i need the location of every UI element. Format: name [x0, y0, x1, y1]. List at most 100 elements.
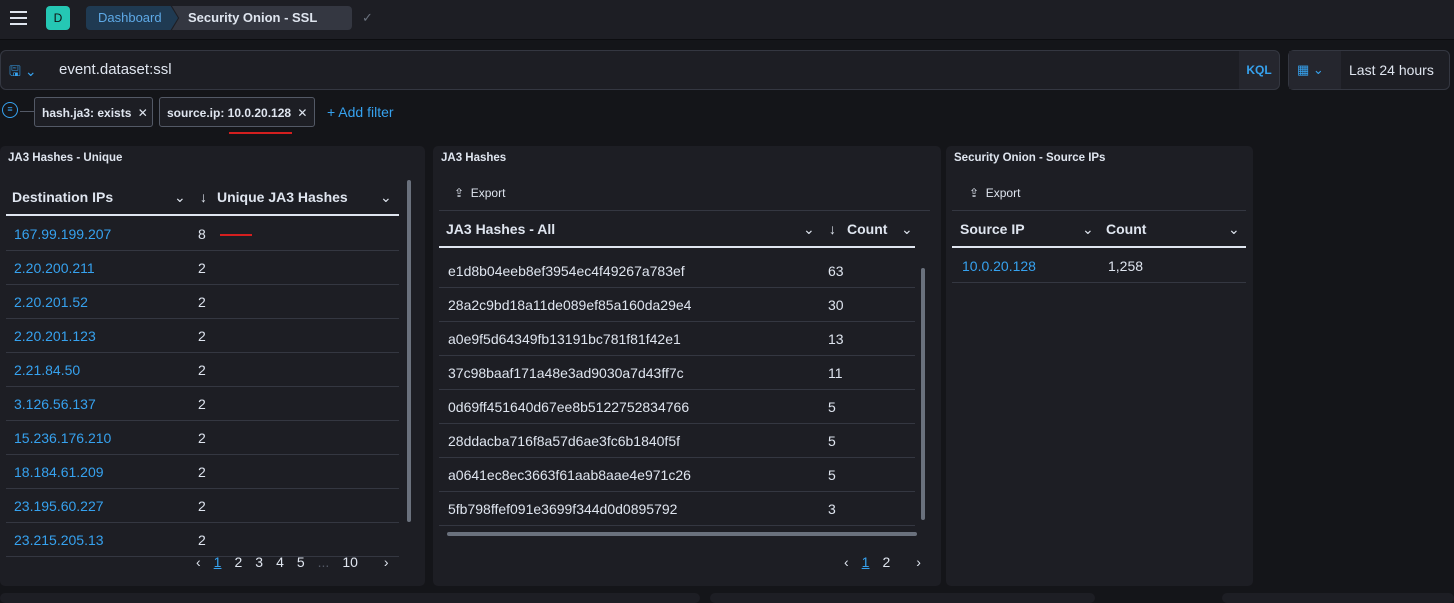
save-icon: 🖫 [9, 63, 21, 79]
table-row: 28ddacba716f8a57d6ae3fc6b1840f5f 5 [439, 424, 915, 458]
table-row: a0641ec8ec3663f61aab8aae4e971c26 5 [439, 458, 915, 492]
filter-pill[interactable]: hash.ja3: exists ✕ [34, 97, 153, 127]
hamburger-menu-icon[interactable] [10, 11, 27, 25]
close-icon[interactable]: ✕ [297, 106, 307, 120]
column-header[interactable]: Destination IPs [12, 189, 113, 205]
table-row: 2.21.84.50 2 [6, 353, 399, 387]
close-icon[interactable]: ✕ [138, 106, 148, 120]
filter-label: source.ip: 10.0.20.128 [167, 106, 292, 120]
export-button[interactable]: ⇪ Export [454, 186, 505, 200]
page-button[interactable]: 3 [255, 554, 263, 570]
date-picker[interactable]: ▦ ⌄ Last 24 hours [1288, 50, 1450, 90]
divider [20, 111, 34, 112]
scrollbar[interactable] [407, 180, 411, 522]
filter-menu-icon[interactable]: ≡ [2, 102, 18, 118]
cell-key[interactable]: 15.236.176.210 [14, 430, 111, 446]
table-row: 15.236.176.210 2 [6, 421, 399, 455]
top-bar: D Dashboard Security Onion - SSL Copy ✓ [0, 0, 1454, 40]
next-page-icon[interactable]: › [384, 554, 389, 570]
column-header[interactable]: Count [1106, 221, 1146, 237]
export-label: Export [985, 186, 1021, 200]
cell-value: 2 [198, 430, 206, 446]
query-input[interactable]: event.dataset:ssl [51, 51, 1239, 89]
chevron-down-icon: ⌄ [24, 63, 37, 79]
page-button[interactable]: 10 [342, 554, 358, 570]
cell-value: 30 [828, 297, 844, 313]
calendar-icon: ▦ [1297, 62, 1310, 77]
saved-query-button[interactable]: 🖫 ⌄ [1, 51, 51, 89]
prev-page-icon[interactable]: ‹ [844, 554, 849, 570]
panel-below [710, 593, 1095, 603]
chevron-down-icon[interactable]: ⌄ [380, 189, 392, 206]
filter-label: hash.ja3: exists [42, 106, 132, 120]
table-row: a0e9f5d64349fb13191bc781f81f42e1 13 [439, 322, 915, 356]
calendar-button[interactable]: ▦ ⌄ [1289, 51, 1341, 89]
column-header[interactable]: Count [847, 221, 887, 237]
table-row: 37c98baaf171a48e3ad9030a7d43ff7c 11 [439, 356, 915, 390]
cell-value: 2 [198, 294, 206, 310]
panel-ja3-hashes: JA3 Hashes ⇪ Export JA3 Hashes - All ⌄ ↓… [433, 146, 941, 586]
annotation-underline [220, 234, 252, 236]
cell-key[interactable]: 2.20.201.123 [14, 328, 96, 344]
panel-ja3-unique: JA3 Hashes - Unique Destination IPs ⌄ ↓ … [0, 146, 425, 586]
scrollbar-vertical[interactable] [921, 268, 925, 520]
page-button[interactable]: 1 [214, 554, 222, 570]
cell-key[interactable]: 2.20.200.211 [14, 260, 95, 276]
chevron-down-icon[interactable]: ⌄ [1228, 221, 1240, 238]
cell-key: a0641ec8ec3663f61aab8aae4e971c26 [448, 467, 691, 483]
export-button[interactable]: ⇪ Export [969, 186, 1020, 200]
cell-key[interactable]: 18.184.61.209 [14, 464, 104, 480]
page-button[interactable]: 4 [276, 554, 284, 570]
space-avatar[interactable]: D [46, 6, 70, 30]
sort-down-icon[interactable]: ↓ [829, 221, 836, 237]
cell-value: 3 [828, 501, 836, 517]
column-header[interactable]: JA3 Hashes - All [446, 221, 555, 237]
cell-key[interactable]: 10.0.20.128 [962, 258, 1036, 274]
table-row: 3.126.56.137 2 [6, 387, 399, 421]
chevron-down-icon[interactable]: ⌄ [901, 221, 913, 238]
cell-value: 5 [828, 467, 836, 483]
chevron-down-icon[interactable]: ⌄ [803, 221, 815, 238]
table-row: 18.184.61.209 2 [6, 455, 399, 489]
page-button[interactable]: 5 [297, 554, 305, 570]
cell-key[interactable]: 23.215.205.13 [14, 532, 104, 548]
chevron-down-icon[interactable]: ⌄ [1082, 221, 1094, 238]
breadcrumb-current: Security Onion - SSL Copy [172, 6, 352, 30]
cell-key[interactable]: 23.195.60.227 [14, 498, 104, 514]
column-header[interactable]: Source IP [960, 221, 1025, 237]
table-row: 2.20.201.52 2 [6, 285, 399, 319]
next-page-icon[interactable]: › [916, 554, 921, 570]
time-range[interactable]: Last 24 hours [1349, 62, 1434, 78]
cell-value: 2 [198, 464, 206, 480]
cell-key[interactable]: 2.21.84.50 [14, 362, 80, 378]
header-divider [6, 214, 399, 216]
cell-value: 2 [198, 328, 206, 344]
prev-page-icon[interactable]: ‹ [196, 554, 201, 570]
page-button[interactable]: 2 [234, 554, 242, 570]
panel-below [1222, 593, 1454, 603]
scrollbar-horizontal[interactable] [447, 532, 917, 536]
column-header[interactable]: Unique JA3 Hashes [217, 189, 348, 205]
cell-key: e1d8b04eeb8ef3954ec4f49267a783ef [448, 263, 685, 279]
cell-value: 2 [198, 532, 206, 548]
cell-key[interactable]: 2.20.201.52 [14, 294, 88, 310]
cell-key[interactable]: 3.126.56.137 [14, 396, 96, 412]
chevron-down-icon[interactable]: ⌄ [174, 189, 186, 206]
page-button[interactable]: 1 [862, 554, 870, 570]
divider [439, 210, 930, 211]
cell-key: 28ddacba716f8a57d6ae3fc6b1840f5f [448, 433, 680, 449]
cell-key: 28a2c9bd18a11de089ef85a160da29e4 [448, 297, 692, 313]
page-button[interactable]: 2 [882, 554, 890, 570]
filter-pill[interactable]: source.ip: 10.0.20.128 ✕ [159, 97, 315, 127]
add-filter-button[interactable]: + Add filter [327, 104, 394, 120]
cell-value: 2 [198, 362, 206, 378]
query-bar: 🖫 ⌄ event.dataset:ssl KQL [0, 50, 1280, 90]
breadcrumb-dashboard[interactable]: Dashboard [86, 6, 178, 30]
cell-value: 2 [198, 498, 206, 514]
sort-down-icon[interactable]: ↓ [200, 189, 207, 205]
header-divider [952, 246, 1246, 248]
cell-key[interactable]: 167.99.199.207 [14, 226, 111, 242]
cell-key: 5fb798ffef091e3699f344d0d0895792 [448, 501, 678, 517]
kql-button[interactable]: KQL [1239, 51, 1279, 89]
checkmark-icon: ✓ [362, 10, 373, 25]
